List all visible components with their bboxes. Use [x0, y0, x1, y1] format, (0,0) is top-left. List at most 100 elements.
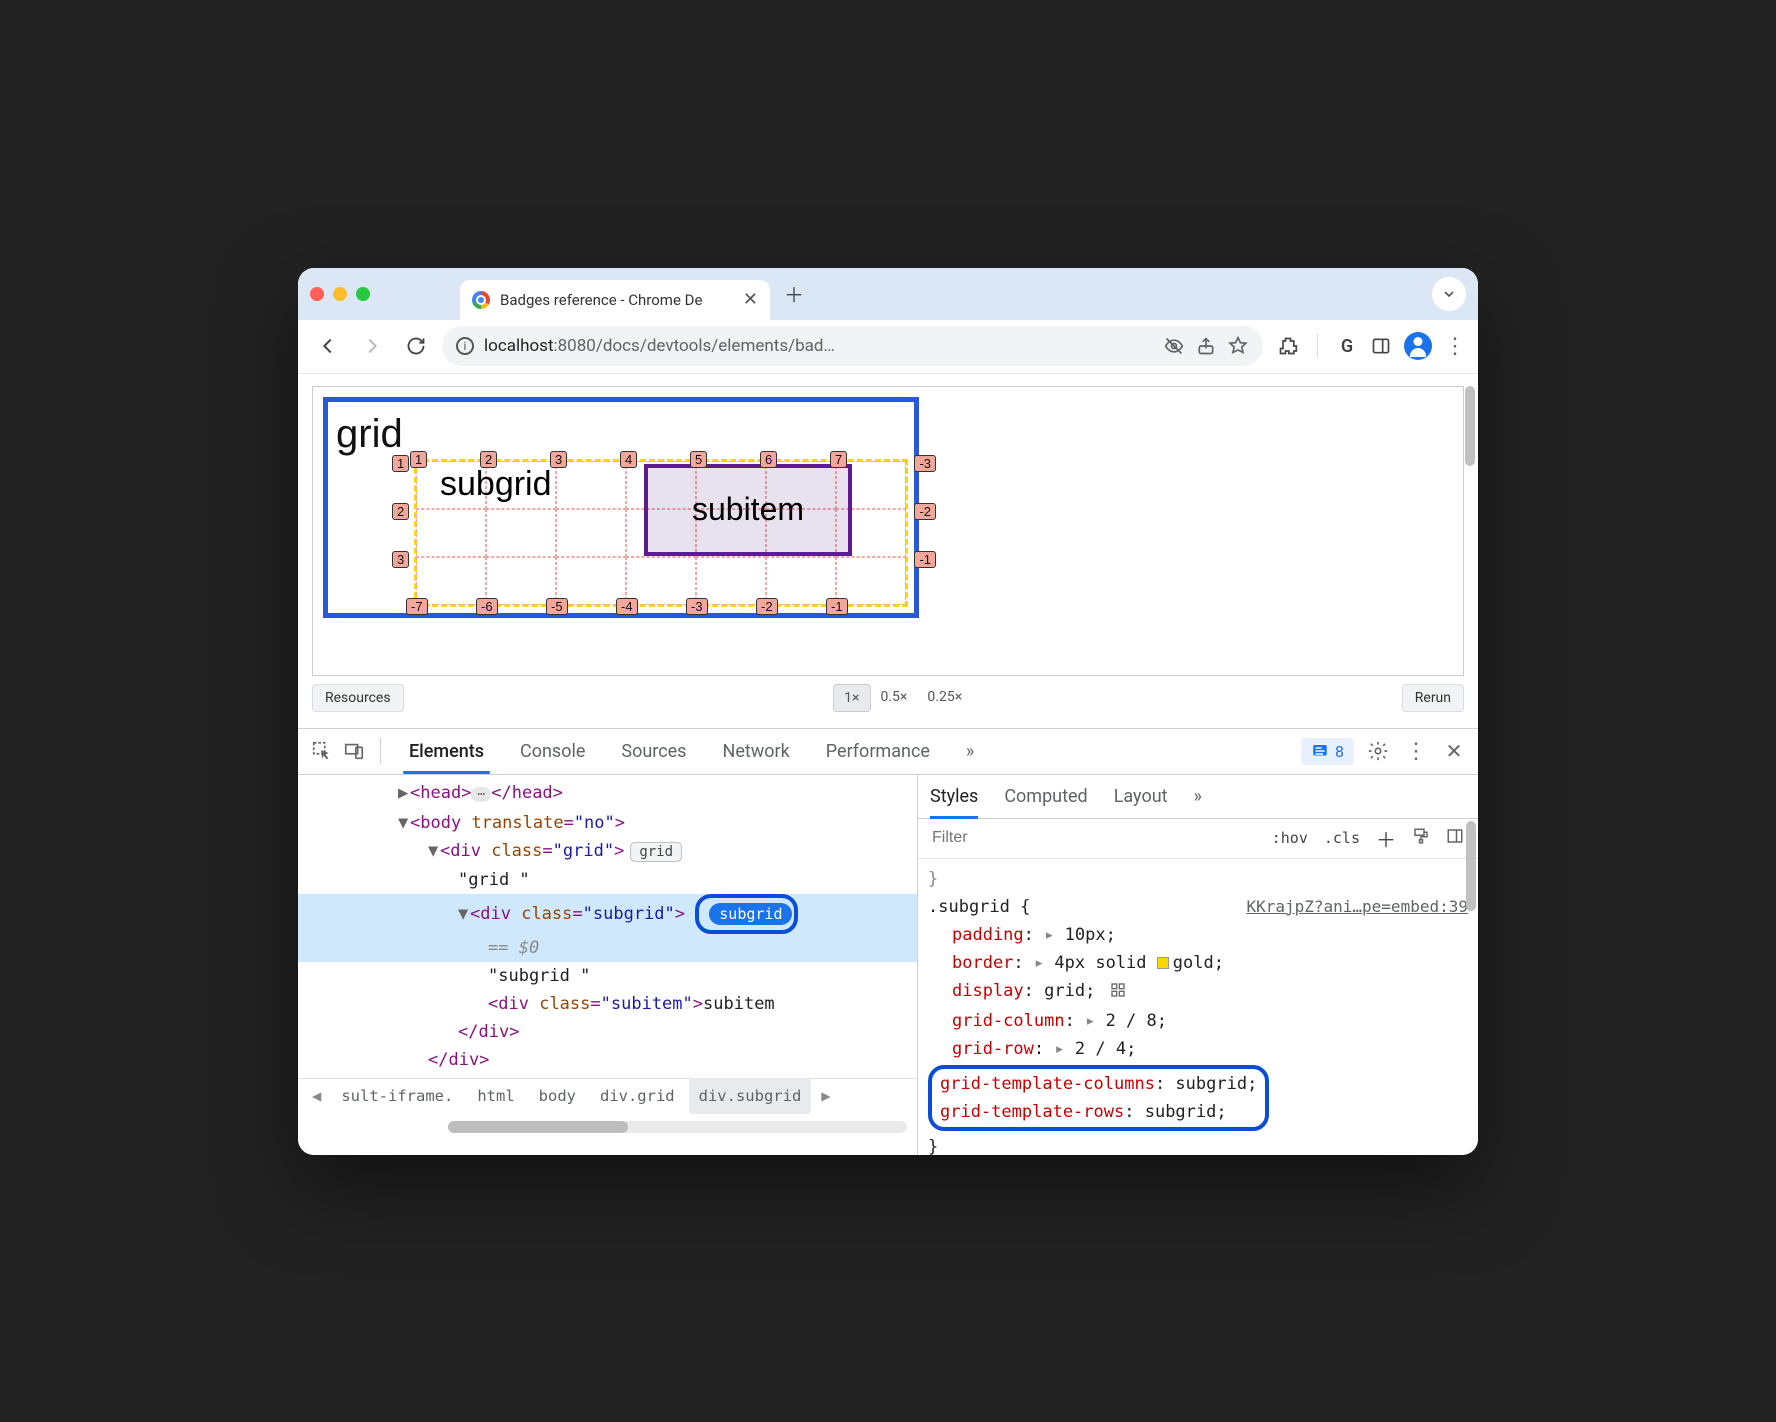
styles-filter-row: :hov .cls ＋ [918, 819, 1478, 859]
bc-item[interactable]: div.grid [590, 1078, 685, 1114]
tab-elements[interactable]: Elements [393, 729, 500, 774]
rule-grid-template-columns[interactable]: grid-template-columns: subgrid; [940, 1070, 1257, 1098]
forward-button[interactable] [354, 328, 390, 364]
rule-display[interactable]: display: grid; [928, 977, 1468, 1007]
new-tab-button[interactable]: ＋ [778, 278, 810, 310]
hov-button[interactable]: :hov [1268, 827, 1312, 849]
tab-network[interactable]: Network [706, 729, 805, 774]
expand-icon[interactable] [1432, 277, 1466, 311]
settings-icon[interactable] [1364, 737, 1392, 765]
grid-badge[interactable]: grid [630, 842, 682, 862]
url-text: localhost:8080/docs/devtools/elements/ba… [484, 336, 1153, 356]
dom-eq0: == $0 [298, 934, 917, 962]
tab-title: Badges reference - Chrome De [500, 291, 733, 309]
maximize-window-icon[interactable] [356, 287, 370, 301]
bc-item[interactable]: sult-iframe. [331, 1078, 463, 1114]
tab-more[interactable]: » [1194, 775, 1202, 818]
tab-sources[interactable]: Sources [605, 729, 702, 774]
rerun-button[interactable]: Rerun [1402, 684, 1464, 712]
viewport-scrollbar[interactable] [1465, 386, 1475, 466]
devtools: Elements Console Sources Network Perform… [298, 728, 1478, 1155]
rule-border[interactable]: border: ▸ 4px solid gold; [928, 949, 1468, 977]
tab-computed[interactable]: Computed [1004, 775, 1087, 818]
page-viewport: grid subgrid subitem 1 2 3 4 5 [298, 374, 1478, 728]
close-window-icon[interactable] [310, 287, 324, 301]
window-controls [310, 287, 370, 301]
zoom-05x[interactable]: 0.5× [871, 684, 918, 712]
close-devtools-icon[interactable]: ✕ [1440, 737, 1468, 765]
grid-label: grid [336, 412, 906, 457]
address-bar[interactable]: i localhost:8080/docs/devtools/elements/… [442, 326, 1263, 366]
more-icon[interactable]: ⋮ [1402, 737, 1430, 765]
color-swatch-icon [1157, 957, 1169, 969]
styles-panel: Styles Computed Layout » :hov .cls ＋ [918, 775, 1478, 1155]
profile-avatar-icon[interactable] [1404, 332, 1432, 360]
dom-text-subgrid[interactable]: "subgrid " [298, 962, 917, 990]
subgrid-badge[interactable]: subgrid [709, 903, 792, 925]
dom-scrollbar[interactable] [448, 1121, 907, 1133]
rule-padding[interactable]: padding: ▸ 10px; [928, 921, 1468, 949]
rule-grid-row[interactable]: grid-row: ▸ 2 / 4; [928, 1035, 1468, 1063]
tab-layout[interactable]: Layout [1114, 775, 1168, 818]
tab-console[interactable]: Console [504, 729, 601, 774]
tab-strip: Badges reference - Chrome De ✕ ＋ [298, 268, 1478, 320]
tab-more[interactable]: » [950, 729, 990, 774]
cls-button[interactable]: .cls [1320, 827, 1364, 849]
bc-right-icon[interactable]: ▶ [815, 1082, 836, 1110]
side-panel-icon[interactable] [1370, 335, 1392, 357]
bc-item[interactable]: body [529, 1078, 586, 1114]
dom-node-body[interactable]: ▼<body translate="no"> [298, 809, 917, 837]
dom-node-subitem[interactable]: <div class="subitem">subitem [298, 990, 917, 1018]
dom-breadcrumb: ◀ sult-iframe. html body div.grid div.su… [298, 1078, 917, 1114]
dom-text-grid[interactable]: "grid " [298, 866, 917, 894]
rule-grid-template-rows[interactable]: grid-template-rows: subgrid; [940, 1098, 1257, 1126]
resources-button[interactable]: Resources [312, 684, 404, 712]
back-button[interactable] [310, 328, 346, 364]
bc-item[interactable]: html [467, 1078, 524, 1114]
browser-window: Badges reference - Chrome De ✕ ＋ i local… [298, 268, 1478, 1155]
dom-tree-panel: ▶<head>⋯</head> ▼<body translate="no"> ▼… [298, 775, 918, 1155]
tab-styles[interactable]: Styles [930, 775, 978, 818]
bc-item[interactable]: div.subgrid [689, 1078, 812, 1114]
inspect-icon[interactable] [308, 737, 336, 765]
browser-tab[interactable]: Badges reference - Chrome De ✕ [460, 280, 770, 320]
zoom-1x[interactable]: 1× [833, 684, 870, 712]
minimize-window-icon[interactable] [333, 287, 347, 301]
reload-button[interactable] [398, 328, 434, 364]
device-toggle-icon[interactable] [340, 737, 368, 765]
issues-badge[interactable]: 8 [1301, 738, 1354, 765]
grid-overlay: subgrid subitem 1 2 3 4 5 6 7 1 2 3 [416, 461, 906, 605]
dom-node-grid[interactable]: ▼<div class="grid">grid [298, 837, 917, 866]
tab-performance[interactable]: Performance [810, 729, 946, 774]
bc-left-icon[interactable]: ◀ [306, 1082, 327, 1110]
grid-editor-icon[interactable] [1110, 979, 1126, 1007]
styles-rules: } .subgrid { KKrajpZ?ani…pe=embed:39 pad… [918, 859, 1478, 1155]
subgrid-badge-highlight: subgrid [695, 894, 798, 934]
google-icon[interactable]: G [1336, 335, 1358, 357]
eye-off-icon[interactable] [1163, 335, 1185, 357]
extensions-icon[interactable] [1277, 335, 1299, 357]
source-link[interactable]: KKrajpZ?ani…pe=embed:39 [1246, 893, 1468, 921]
site-info-icon[interactable]: i [456, 337, 474, 355]
tab-close-icon[interactable]: ✕ [743, 289, 758, 310]
styles-scrollbar[interactable] [1466, 821, 1476, 911]
toolbar: i localhost:8080/docs/devtools/elements/… [298, 320, 1478, 374]
styles-filter-input[interactable] [928, 825, 1260, 851]
devtools-tabs: Elements Console Sources Network Perform… [298, 729, 1478, 775]
dom-node-head[interactable]: ▶<head>⋯</head> [298, 779, 917, 809]
zoom-025x[interactable]: 0.25× [917, 684, 972, 712]
paint-icon[interactable] [1408, 825, 1434, 851]
panel-icon[interactable] [1442, 825, 1468, 851]
dom-close-subgrid[interactable]: </div> [298, 1018, 917, 1046]
chrome-favicon-icon [472, 291, 490, 309]
subitem-box: subitem [644, 464, 852, 556]
rule-grid-column[interactable]: grid-column: ▸ 2 / 8; [928, 1007, 1468, 1035]
menu-icon[interactable]: ⋮ [1444, 335, 1466, 357]
grid-container-outline: grid subgrid subitem 1 2 3 4 5 [323, 397, 919, 618]
dom-node-subgrid[interactable]: ▼<div class="subgrid"> subgrid [298, 894, 917, 934]
dom-close-grid[interactable]: </div> [298, 1046, 917, 1074]
new-rule-icon[interactable]: ＋ [1372, 822, 1400, 855]
share-icon[interactable] [1195, 335, 1217, 357]
bookmark-star-icon[interactable] [1227, 335, 1249, 357]
extensions-area: G ⋮ [1277, 332, 1466, 360]
